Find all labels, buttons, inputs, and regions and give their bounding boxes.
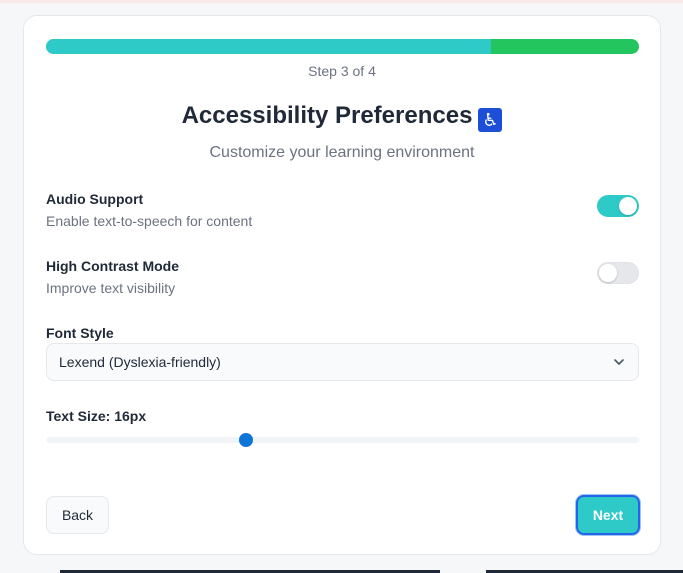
progress-bar xyxy=(46,39,639,54)
page: Step 3 of 4 Accessibility Preferences ♿ C… xyxy=(0,0,683,573)
toggle-knob xyxy=(619,197,637,215)
setting-audio-support: Audio Support Enable text-to-speech for … xyxy=(46,191,639,235)
setting-label: High Contrast Mode xyxy=(46,258,179,274)
step-indicator: Step 3 of 4 xyxy=(308,63,376,79)
font-style-value: Lexend (Dyslexia-friendly) xyxy=(59,354,221,370)
text-size-slider[interactable] xyxy=(46,433,639,447)
next-button[interactable]: Next xyxy=(576,495,640,535)
toggle-knob xyxy=(599,264,617,282)
audio-support-toggle[interactable] xyxy=(597,195,639,217)
page-title: Accessibility Preferences ♿ xyxy=(24,102,660,132)
onboarding-card: Step 3 of 4 Accessibility Preferences ♿ C… xyxy=(23,15,661,555)
top-edge xyxy=(0,0,683,3)
back-button[interactable]: Back xyxy=(46,496,109,534)
high-contrast-toggle[interactable] xyxy=(597,262,639,284)
setting-description: Enable text-to-speech for content xyxy=(46,213,253,229)
slider-track[interactable] xyxy=(46,437,639,443)
setting-description: Improve text visibility xyxy=(46,280,176,296)
page-title-text: Accessibility Preferences xyxy=(181,102,473,129)
font-style-select[interactable]: Lexend (Dyslexia-friendly) xyxy=(46,343,639,381)
wheelchair-icon: ♿ xyxy=(478,108,503,132)
setting-high-contrast: High Contrast Mode Improve text visibili… xyxy=(46,258,639,302)
page-subtitle: Customize your learning environment xyxy=(209,144,475,161)
progress-fill xyxy=(46,39,491,54)
chevron-down-icon xyxy=(614,359,624,365)
setting-label: Audio Support xyxy=(46,191,144,207)
text-size-label: Text Size: 16px xyxy=(46,408,147,424)
font-style-label: Font Style xyxy=(46,325,114,341)
slider-thumb[interactable] xyxy=(238,433,253,447)
